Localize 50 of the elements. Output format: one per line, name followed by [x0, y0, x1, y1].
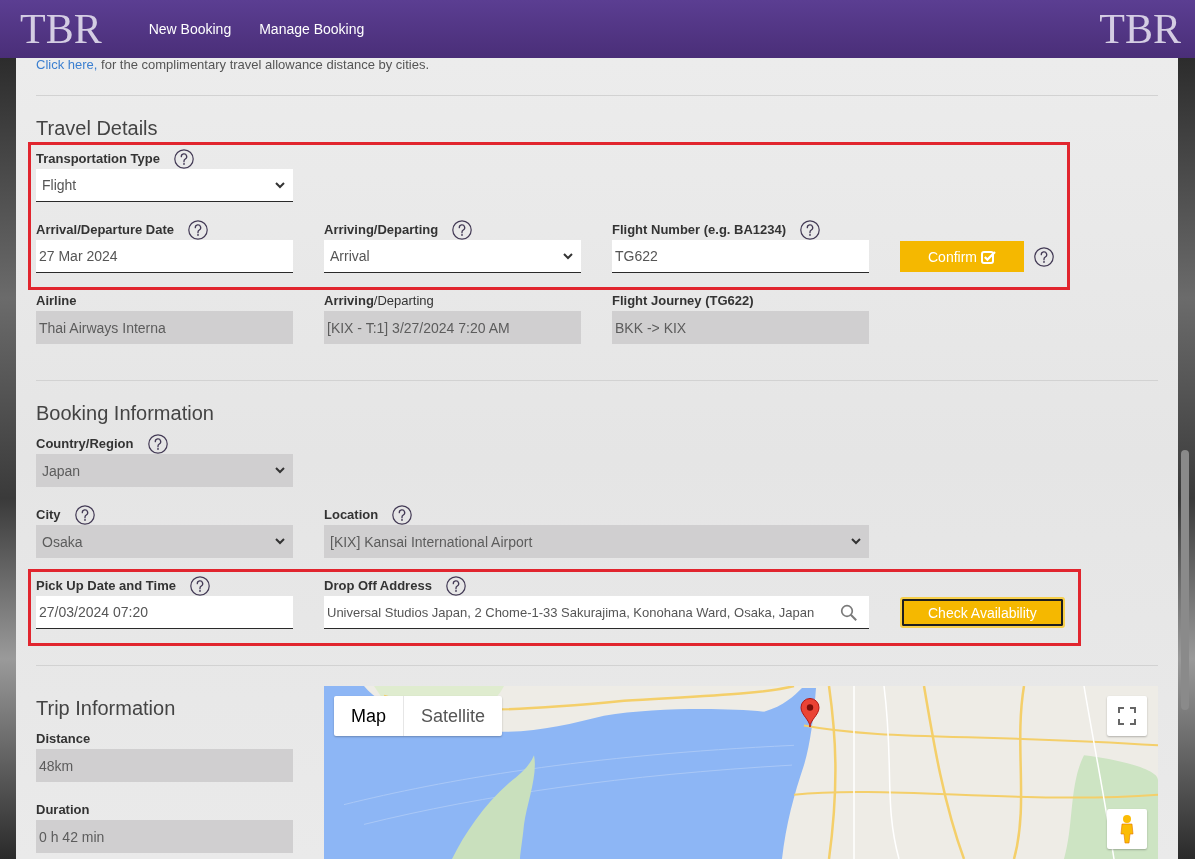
- link[interactable]: Click here,: [36, 58, 98, 72]
- logo[interactable]: TBR: [18, 7, 104, 51]
- field-label: Flight Journey (TG622): [612, 293, 754, 309]
- field-label: Drop Off Address: [324, 578, 432, 594]
- chevron-icon: [851, 538, 861, 545]
- notice-text: Click here, for the complimentary travel allowance distance by cities.: [36, 58, 431, 72]
- field-label: Pick Up Date and Time: [36, 578, 176, 594]
- nav-link[interactable]: New Booking: [148, 21, 232, 37]
- field-label: Airline: [36, 293, 77, 309]
- field-label: City: [36, 507, 61, 523]
- help-icon[interactable]: [445, 576, 466, 596]
- field-label: Arriving/Departing: [324, 293, 434, 309]
- chevron-icon: [275, 181, 285, 189]
- field-label: Duration: [36, 802, 90, 818]
- check-square-icon: [981, 249, 996, 264]
- person-icon: [1119, 814, 1135, 844]
- input-field[interactable]: 27 Mar 2024: [36, 240, 293, 273]
- chevron-icon: [275, 467, 285, 474]
- field-label: Distance: [36, 731, 91, 747]
- scrollbar-thumb[interactable]: [1181, 450, 1189, 710]
- input-field[interactable]: 27/03/2024 07:20: [36, 596, 293, 629]
- field-label: Location: [324, 507, 379, 523]
- field-label: Flight Number (e.g. BA1234): [612, 222, 787, 238]
- search-icon[interactable]: [840, 603, 857, 621]
- search-field[interactable]: Universal Studios Japan, 2 Chome-1-33 Sakurajima, Konohana Ward, Osaka, Japan: [324, 596, 869, 629]
- help-icon[interactable]: [174, 149, 194, 169]
- logo[interactable]: TBR: [1097, 7, 1183, 51]
- map-pin-icon[interactable]: [800, 698, 820, 728]
- nav-link[interactable]: Manage Booking: [259, 21, 365, 37]
- field-label: Arrival/Departure Date: [36, 222, 174, 238]
- help-icon[interactable]: [452, 220, 473, 240]
- help-icon[interactable]: [800, 220, 821, 240]
- input-field[interactable]: TG622: [612, 240, 869, 273]
- field-label: Arriving/Departing: [324, 222, 439, 238]
- section-heading: Travel Details: [36, 116, 159, 140]
- dropdown[interactable]: Arrival: [324, 240, 581, 273]
- help-icon[interactable]: [1034, 246, 1054, 267]
- fullscreen-icon: [1118, 707, 1136, 725]
- map-type-tab[interactable]: Satellite: [403, 696, 503, 736]
- help-icon[interactable]: [188, 220, 208, 240]
- section-heading: Trip Information: [36, 696, 177, 720]
- map-type-tab[interactable]: Map: [334, 696, 403, 736]
- field-label: Country/Region: [36, 436, 134, 452]
- chevron-icon: [275, 538, 285, 545]
- fullscreen-button[interactable]: [1107, 696, 1147, 736]
- section-heading: Booking Information: [36, 401, 215, 425]
- field-label: Transportation Type: [36, 151, 160, 167]
- help-icon[interactable]: [189, 576, 210, 596]
- dropdown[interactable]: Flight: [36, 169, 293, 202]
- chevron-icon: [563, 252, 573, 260]
